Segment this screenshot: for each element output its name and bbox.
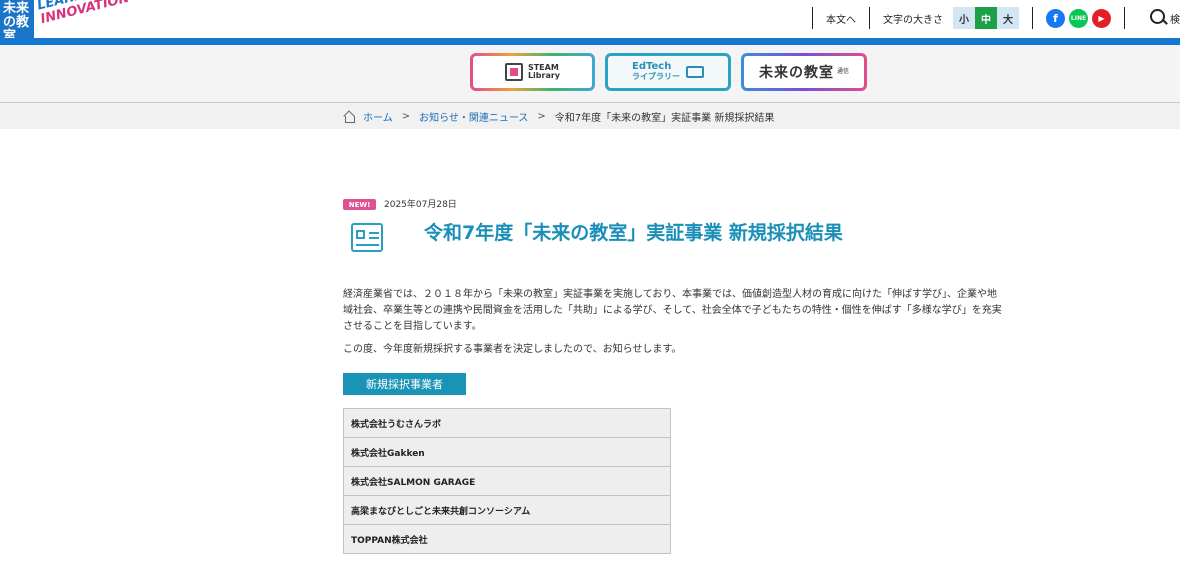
table-row: 株式会社うむさんラボ [343,408,671,438]
breadcrumb-separator: > [537,111,546,122]
edtech-library-label: EdTech ライブラリー [632,62,680,82]
font-size-small-button[interactable]: 小 [953,7,975,29]
edtech-library-content: EdTech ライブラリー [632,62,704,82]
divider [1124,7,1125,29]
newspaper-icon [349,217,389,255]
new-badge: NEW! [343,199,376,210]
steam-library-button[interactable]: STEAM Library [470,53,595,91]
newspaper-line [356,244,379,246]
mirai-tsushin-sub: 通信 [836,68,849,75]
edtech-library-button[interactable]: EdTech ライブラリー [605,53,731,91]
newspaper-line [369,232,379,234]
facebook-icon[interactable]: f [1046,8,1065,28]
breadcrumb-home-link[interactable]: ホーム [363,109,393,124]
mirai-tsushin-button[interactable]: 未来の教室 通信 [741,53,867,91]
sns-links: f LINE ▶ [1046,8,1111,28]
font-size-label: 文字の大きさ [883,14,943,26]
steam-label-line2: Library [527,71,561,80]
article-paragraph-1: 経済産業省では、２０１８年から「未来の教室」実証事業を実施しており、本事業では、… [343,289,1002,332]
article-paragraph-2: この度、今年度新規採択する事業者を決定しましたので、お知らせします。 [343,344,682,355]
mirai-tsushin-label: 未来の教室 [758,65,834,81]
search-icon[interactable] [1146,6,1170,30]
youtube-icon[interactable]: ▶ [1092,8,1111,28]
font-size-medium-button[interactable]: 中 [975,7,997,29]
divider [869,7,870,29]
divider [812,7,813,29]
newspaper-photo [356,230,365,239]
company-cell: 株式会社SALMON GARAGE [343,466,671,496]
search-label[interactable]: 検 [1170,11,1180,26]
company-cell: TOPPAN株式会社 [343,524,671,554]
edtech-label-line2: ライブラリー [632,72,680,81]
company-cell: 高梁まなびとしごと未来共創コンソーシアム [343,495,671,525]
newspaper-line [369,237,379,239]
edtech-label-line1: EdTech [632,61,672,72]
breadcrumb-current: 令和7年度「未来の教室」実証事業 新規採択結果 [554,113,775,124]
table-row: 株式会社SALMON GARAGE [343,466,671,496]
page-title: 令和7年度「未来の教室」実証事業 新規採択結果 [424,222,843,244]
company-table: 株式会社うむさんラボ 株式会社Gakken 株式会社SALMON GARAGE … [343,408,671,554]
home-icon [343,111,355,123]
company-cell: 株式会社Gakken [343,437,671,467]
header-tools: 本文へ 文字の大きさ 小 中 大 f LINE ▶ 検 [799,5,1180,31]
skip-to-content-link[interactable]: 本文へ [826,11,856,26]
logo-text: LEARNING INNOVATION [36,0,131,27]
divider [1032,7,1033,29]
header-accent-bar [0,38,1180,45]
table-row: 株式会社Gakken [343,437,671,467]
breadcrumb-trail: ホーム > お知らせ・関連ニュース > 令和7年度「未来の教室」実証事業 新規採… [343,109,774,124]
line-icon[interactable]: LINE [1069,8,1088,28]
company-cell: 株式会社うむさんラボ [343,408,671,438]
steam-library-label: STEAM Library [528,64,560,80]
breadcrumb-separator: > [401,111,411,122]
article-date: 2025年07月28日 [384,200,457,210]
laptop-icon [686,66,704,78]
steam-library-content: STEAM Library [504,63,560,81]
table-row: TOPPAN株式会社 [343,524,671,554]
steam-library-icon [504,63,523,81]
site-header: 未来の教室 LEARNING INNOVATION 本文へ 文字の大きさ 小 中… [0,0,1180,44]
font-size-large-button[interactable]: 大 [997,7,1019,29]
section-heading: 新規採択事業者 [343,373,466,395]
table-row: 高梁まなびとしごと未来共創コンソーシアム [343,495,671,525]
breadcrumb: ホーム > お知らせ・関連ニュース > 令和7年度「未来の教室」実証事業 新規採… [0,103,1180,129]
feature-nav: STEAM Library EdTech ライブラリー 未来の教室 通信 [0,45,1180,103]
breadcrumb-category-link[interactable]: お知らせ・関連ニュース [419,109,528,124]
